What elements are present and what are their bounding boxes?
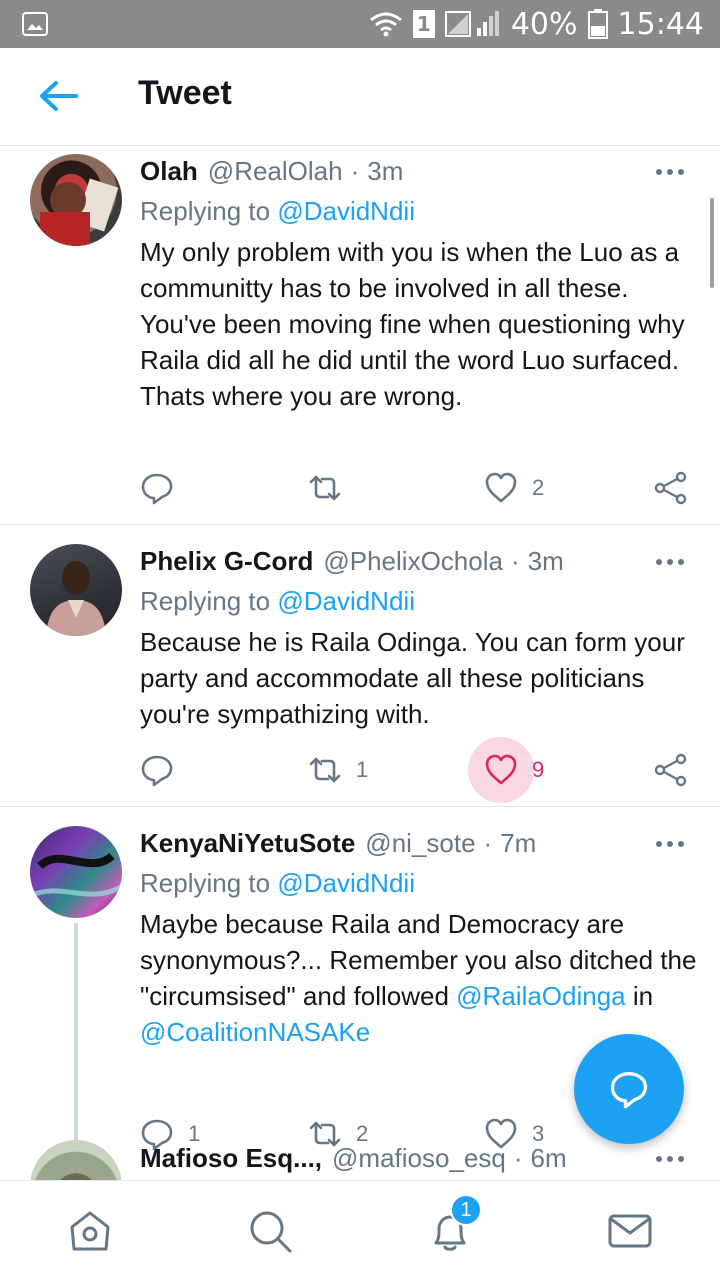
home-icon[interactable] — [66, 1207, 114, 1255]
timestamp: 6m — [530, 1142, 567, 1173]
replying-to-label: Replying to — [140, 196, 278, 226]
more-options-icon[interactable] — [656, 162, 690, 182]
replying-to-mention[interactable]: @DavidNdii — [277, 868, 415, 898]
messages-mail-icon[interactable] — [606, 1207, 654, 1255]
reply-button[interactable] — [140, 748, 188, 792]
share-icon — [654, 471, 687, 505]
tweet[interactable]: Olah @RealOlah · 3m Replying to @DavidNd… — [0, 146, 720, 525]
clock: 15:44 — [617, 6, 704, 42]
heart-icon — [485, 754, 517, 785]
page-title: Tweet — [138, 74, 232, 112]
tweet-actions: 1 9 — [140, 737, 700, 803]
reply-icon — [141, 473, 173, 505]
back-arrow-icon[interactable] — [36, 76, 80, 116]
user-handle[interactable]: @RealOlah — [208, 156, 343, 187]
gallery-notification-icon — [22, 12, 48, 36]
reply-feed: Olah @RealOlah · 3m Replying to @DavidNd… — [0, 146, 720, 1180]
display-name[interactable]: KenyaNiYetuSote — [140, 828, 355, 859]
battery-percent: 40% — [510, 6, 578, 42]
separator-dot: · — [513, 1142, 523, 1173]
display-name[interactable]: Phelix G-Cord — [140, 546, 313, 577]
like-count: 9 — [532, 757, 545, 782]
tweet-actions: 2 — [140, 466, 700, 510]
separator-dot: · — [483, 827, 493, 858]
retweet-icon — [309, 757, 341, 783]
avatar[interactable] — [30, 544, 122, 636]
mention-link[interactable]: @RailaOdinga — [456, 981, 625, 1011]
share-button[interactable] — [654, 466, 688, 510]
avatar[interactable] — [30, 154, 122, 246]
display-name[interactable]: Olah — [140, 156, 198, 187]
tweet-text: Because he is Raila Odinga. You can form… — [140, 627, 685, 729]
replying-to-label: Replying to — [140, 868, 278, 898]
more-options-icon[interactable] — [656, 1149, 690, 1169]
replying-to-mention[interactable]: @DavidNdii — [277, 586, 415, 616]
notification-badge: 1 — [450, 1194, 482, 1226]
wifi-icon — [369, 12, 402, 37]
timestamp: 3m — [527, 545, 564, 576]
retweet-button[interactable]: 1 — [308, 748, 368, 792]
tweet-header: Mafioso Esq..., @mafioso_esq · 6m — [140, 1140, 700, 1176]
reply-button[interactable] — [140, 466, 188, 510]
share-button[interactable] — [654, 748, 688, 792]
replying-to: Replying to @DavidNdii — [140, 868, 415, 899]
display-name[interactable]: Mafioso Esq..., — [140, 1143, 322, 1174]
mention-link[interactable]: @CoalitionNASAKe — [140, 1017, 370, 1047]
tweet-header: Phelix G-Cord @PhelixOchola · 3m — [140, 543, 700, 579]
scrollbar[interactable] — [710, 198, 714, 288]
user-handle[interactable]: @mafioso_esq — [332, 1143, 506, 1174]
retweet-icon — [309, 475, 341, 501]
tweet-text: Maybe because Raila and Democracy are sy… — [140, 906, 700, 1050]
share-icon — [654, 753, 687, 787]
more-options-icon[interactable] — [656, 552, 690, 572]
like-button[interactable]: 2 — [484, 466, 544, 510]
replying-to: Replying to @DavidNdii — [140, 586, 415, 617]
more-options-icon[interactable] — [656, 834, 690, 854]
bottom-navigation — [0, 1180, 720, 1280]
separator-dot: · — [510, 545, 520, 576]
compose-reply-button[interactable] — [574, 1034, 684, 1144]
avatar[interactable] — [30, 1140, 122, 1180]
timestamp: 3m — [367, 155, 404, 186]
avatar[interactable] — [30, 826, 122, 918]
retweet-button[interactable] — [308, 466, 356, 510]
search-icon[interactable] — [246, 1207, 294, 1255]
user-handle[interactable]: @ni_sote — [365, 828, 475, 859]
status-bar: 1 40% 15:44 — [0, 0, 720, 48]
tweet[interactable]: Phelix G-Cord @PhelixOchola · 3m Replyin… — [0, 526, 720, 807]
retweet-count: 1 — [356, 757, 369, 782]
heart-icon — [485, 472, 517, 503]
tweet-text: My only problem with you is when the Luo… — [140, 237, 685, 411]
tweet-text-part: in — [625, 981, 654, 1011]
tweet-header: KenyaNiYetuSote @ni_sote · 7m — [140, 825, 700, 861]
battery-icon — [587, 9, 608, 39]
like-count: 2 — [532, 475, 545, 500]
reply-icon — [610, 1072, 648, 1109]
replying-to-mention[interactable]: @DavidNdii — [277, 196, 415, 226]
top-bar: Tweet — [0, 48, 720, 146]
tweet-header: Olah @RealOlah · 3m — [140, 153, 700, 189]
signal-icon — [444, 11, 499, 37]
replying-to: Replying to @DavidNdii — [140, 196, 415, 227]
user-handle[interactable]: @PhelixOchola — [323, 546, 503, 577]
sim-icon: 1 — [412, 10, 435, 38]
timestamp: 7m — [500, 827, 537, 858]
like-button[interactable]: 9 — [468, 737, 545, 803]
reply-icon — [141, 755, 173, 787]
separator-dot: · — [350, 155, 360, 186]
replying-to-label: Replying to — [140, 586, 278, 616]
